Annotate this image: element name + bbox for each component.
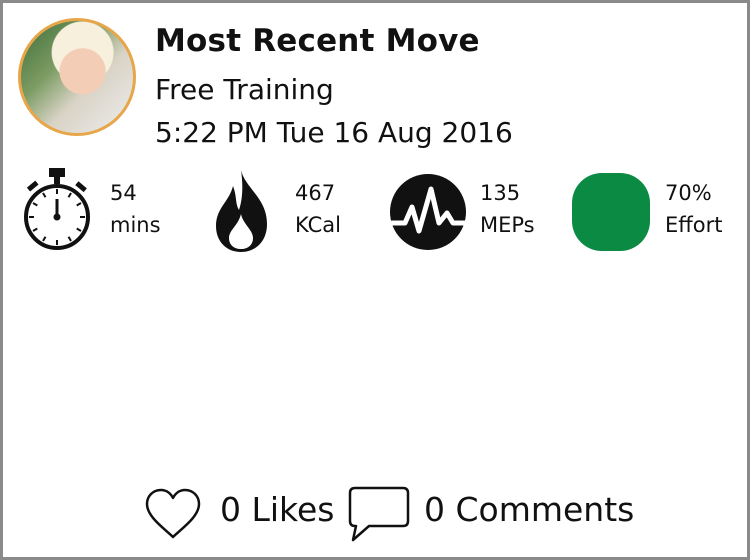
- calories-stat: 467 KCal: [295, 177, 341, 241]
- comment-icon[interactable]: [347, 485, 411, 543]
- duration-value: 54: [110, 181, 137, 205]
- activity-datetime: 5:22 PM Tue 16 Aug 2016: [155, 116, 513, 149]
- calories-value: 467: [295, 181, 336, 205]
- meps-stat: 135 MEPs: [480, 177, 535, 241]
- activity-name: Free Training: [155, 73, 334, 106]
- flame-icon: [216, 170, 267, 252]
- meps-unit: MEPs: [480, 213, 535, 237]
- social-bar: 0 Likes 0 Comments: [3, 483, 747, 543]
- effort-value: 70%: [665, 181, 712, 205]
- effort-unit: Effort: [665, 213, 723, 237]
- recent-move-card: Most Recent Move Free Training 5:22 PM T…: [3, 3, 747, 557]
- effort-stat: 70% Effort: [665, 177, 722, 241]
- meps-value: 135: [480, 181, 521, 205]
- duration-unit: mins: [110, 213, 161, 237]
- likes-label[interactable]: 0 Likes: [220, 490, 334, 529]
- stopwatch-icon: [24, 168, 90, 250]
- heartbeat-icon: [389, 174, 468, 250]
- duration-stat: 54 mins: [110, 177, 161, 241]
- comments-label[interactable]: 0 Comments: [424, 490, 634, 529]
- calories-unit: KCal: [295, 213, 341, 237]
- avatar[interactable]: [18, 18, 136, 136]
- page-title: Most Recent Move: [155, 23, 480, 59]
- heart-icon[interactable]: [143, 487, 203, 541]
- effort-zone-icon: [572, 173, 650, 251]
